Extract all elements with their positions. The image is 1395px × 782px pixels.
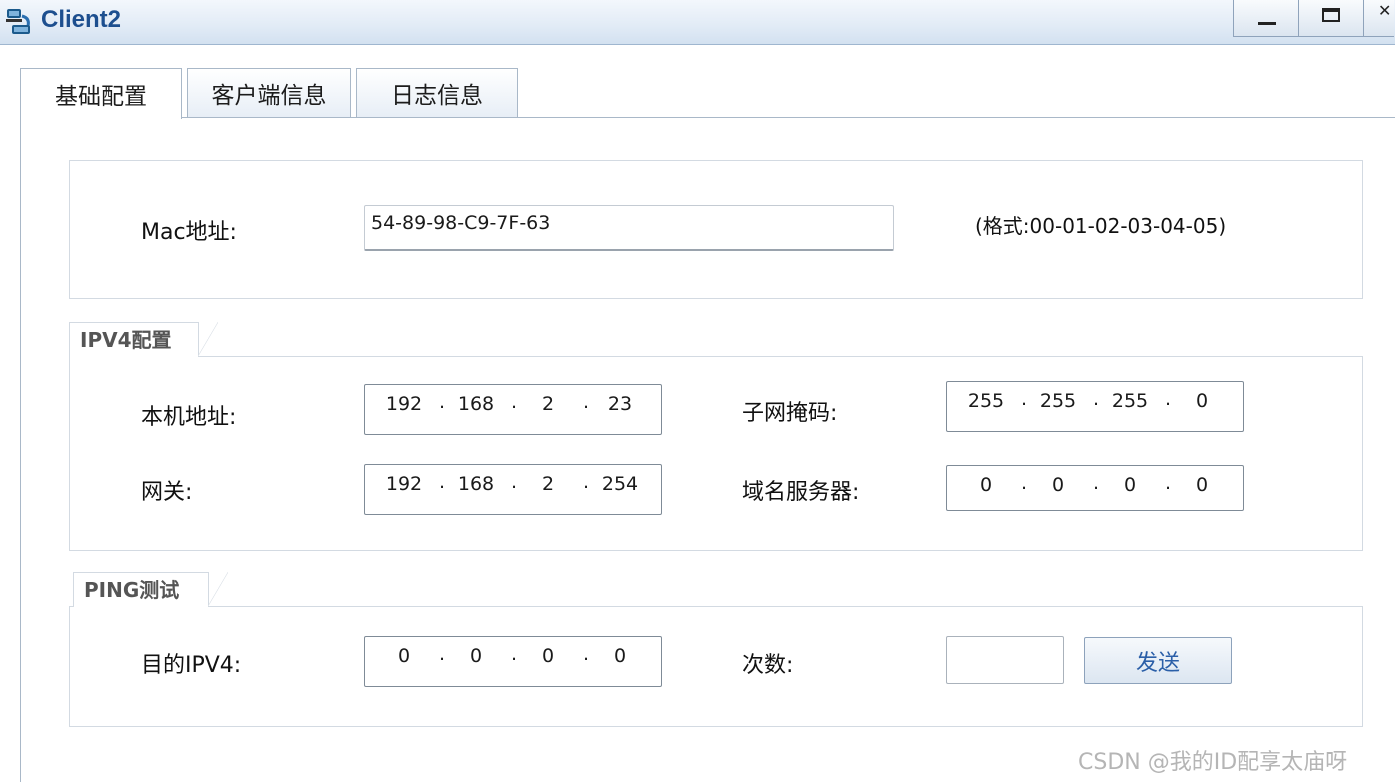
ipv4-legend: IPV4配置 [69, 322, 218, 357]
ip-dot: . [1165, 472, 1172, 494]
gateway-octet-1: 192 [385, 473, 423, 495]
dns-octet-2: 0 [1051, 474, 1065, 496]
host-address-input[interactable]: 192 . 168 . 2 . 23 [364, 384, 662, 435]
mac-input[interactable]: 54-89-98-C9-7F-63 [364, 205, 894, 251]
ping-legend: PING测试 [73, 572, 228, 607]
tab-log-info[interactable]: 日志信息 [356, 68, 518, 117]
count-label: 次数: [742, 653, 794, 678]
window-title: Client2 [41, 6, 122, 33]
host-octet-2: 168 [457, 393, 495, 415]
dest-octet-4: 0 [613, 645, 627, 667]
dns-octet-1: 0 [979, 474, 993, 496]
dest-ipv4-input[interactable]: 0 . 0 . 0 . 0 [364, 636, 662, 687]
dest-octet-3: 0 [541, 645, 555, 667]
client-network-icon [6, 9, 30, 34]
maximize-icon [1322, 8, 1340, 22]
tab-basic-config[interactable]: 基础配置 [20, 68, 182, 119]
host-octet-4: 23 [607, 393, 633, 415]
dest-ipv4-label: 目的IPV4: [141, 653, 242, 678]
minimize-button[interactable] [1233, 0, 1299, 37]
gateway-label: 网关: [141, 480, 193, 505]
dns-server-label: 域名服务器: [742, 480, 860, 505]
gateway-octet-2: 168 [457, 473, 495, 495]
mac-label: Mac地址: [141, 220, 237, 245]
send-button[interactable]: 发送 [1084, 637, 1232, 684]
ip-dot: . [583, 643, 590, 665]
host-octet-3: 2 [541, 393, 555, 415]
minimize-icon [1258, 22, 1276, 25]
ip-dot: . [583, 391, 590, 413]
ip-dot: . [1021, 388, 1028, 410]
ip-dot: . [511, 643, 518, 665]
title-bar: Client2 ✕ [0, 0, 1395, 45]
ip-dot: . [439, 391, 446, 413]
watermark: CSDN @我的ID配享太庙呀 [1078, 750, 1348, 775]
mask-octet-4: 0 [1195, 390, 1209, 412]
gateway-octet-4: 254 [601, 473, 639, 495]
mask-octet-3: 255 [1111, 390, 1149, 412]
gateway-octet-3: 2 [541, 473, 555, 495]
host-octet-1: 192 [385, 393, 423, 415]
ip-dot: . [439, 471, 446, 493]
dest-octet-1: 0 [397, 645, 411, 667]
ip-dot: . [1021, 472, 1028, 494]
close-button[interactable]: ✕ [1363, 0, 1394, 37]
dns-server-input[interactable]: 0 . 0 . 0 . 0 [946, 465, 1244, 511]
mac-value: 54-89-98-C9-7F-63 [371, 212, 551, 234]
mask-octet-1: 255 [967, 390, 1005, 412]
dns-octet-3: 0 [1123, 474, 1137, 496]
mask-octet-2: 255 [1039, 390, 1077, 412]
count-input[interactable] [946, 636, 1064, 684]
ip-dot: . [583, 471, 590, 493]
mac-format-hint: (格式:00-01-02-03-04-05) [975, 214, 1227, 238]
tab-strip-divider [20, 117, 1395, 118]
dns-octet-4: 0 [1195, 474, 1209, 496]
ip-dot: . [511, 471, 518, 493]
ip-dot: . [511, 391, 518, 413]
maximize-button[interactable] [1298, 0, 1364, 37]
subnet-mask-input[interactable]: 255 . 255 . 255 . 0 [946, 381, 1244, 432]
ip-dot: . [1093, 388, 1100, 410]
ip-dot: . [439, 643, 446, 665]
content-border [20, 117, 21, 782]
subnet-mask-label: 子网掩码: [742, 401, 838, 426]
host-address-label: 本机地址: [141, 405, 237, 430]
close-icon: ✕ [1378, 1, 1392, 20]
dest-octet-2: 0 [469, 645, 483, 667]
tab-client-info[interactable]: 客户端信息 [187, 68, 351, 117]
ip-dot: . [1165, 388, 1172, 410]
gateway-input[interactable]: 192 . 168 . 2 . 254 [364, 464, 662, 515]
ip-dot: . [1093, 472, 1100, 494]
